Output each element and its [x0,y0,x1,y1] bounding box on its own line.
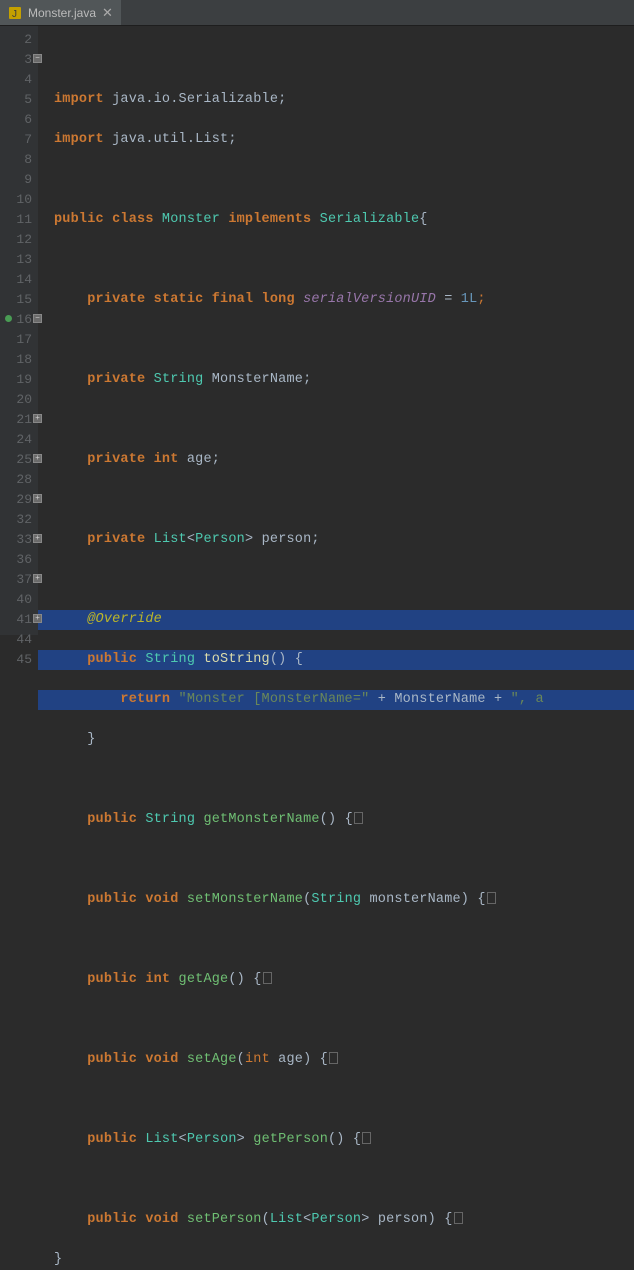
folded-code-icon[interactable] [362,1132,371,1144]
code-line: public List<Person> getPerson() { [54,1130,634,1150]
editor-tab[interactable]: J Monster.java ✕ [0,0,121,25]
code-line [54,850,634,870]
code-line [54,250,634,270]
folded-code-icon[interactable] [454,1212,463,1224]
line-number: 45 [4,650,32,670]
line-number: 7 [4,130,32,150]
line-number: 41 [4,610,32,630]
code-line: public class Monster implements Serializ… [54,210,634,230]
code-line [54,410,634,430]
code-line [54,770,634,790]
line-number: 28 [4,470,32,490]
line-number: 29 [4,490,32,510]
line-number: 11 [4,210,32,230]
line-number: 37 [4,570,32,590]
line-number: 18 [4,350,32,370]
code-line: public void setPerson(List<Person> perso… [54,1210,634,1230]
code-line-highlighted: @Override [38,610,634,630]
code-line: import java.io.Serializable; [54,90,634,110]
code-line: import java.util.List; [54,130,634,150]
line-number: 8 [4,150,32,170]
code-line-highlighted: return "Monster [MonsterName=" + Monster… [38,690,634,710]
line-number: 12 [4,230,32,250]
code-line [54,50,634,70]
fold-toggle-icon[interactable] [33,54,42,63]
override-marker-icon[interactable] [5,315,12,322]
code-line: public void setMonsterName(String monste… [54,890,634,910]
fold-toggle-icon[interactable] [33,534,42,543]
line-number: 9 [4,170,32,190]
fold-toggle-icon[interactable] [33,454,42,463]
line-number: 6 [4,110,32,130]
code-editor[interactable]: 2 3 4 5 6 7 8 9 10 11 12 13 14 15 16 17 … [0,26,634,635]
tab-bar: J Monster.java ✕ [0,0,634,26]
close-icon[interactable]: ✕ [102,5,113,21]
code-line: private int age; [54,450,634,470]
code-line [54,930,634,950]
line-number: 16 [4,310,32,330]
code-line [54,490,634,510]
code-line [54,330,634,350]
code-line-highlighted: public String toString() { [38,650,634,670]
line-number: 17 [4,330,32,350]
code-line: private String MonsterName; [54,370,634,390]
folded-code-icon[interactable] [354,812,363,824]
line-number: 20 [4,390,32,410]
fold-toggle-icon[interactable] [33,414,42,423]
code-line [54,570,634,590]
code-line: } [54,730,634,750]
java-file-icon: J [8,6,22,20]
fold-toggle-icon[interactable] [33,314,42,323]
line-number: 15 [4,290,32,310]
fold-toggle-icon[interactable] [33,574,42,583]
line-number: 13 [4,250,32,270]
line-number: 10 [4,190,32,210]
code-line: private static final long serialVersionU… [54,290,634,310]
code-line: public String getMonsterName() { [54,810,634,830]
code-line [54,170,634,190]
code-line [54,1170,634,1190]
line-number: 2 [4,30,32,50]
code-line: } [54,1250,634,1270]
line-number: 4 [4,70,32,90]
line-number: 36 [4,550,32,570]
tab-filename: Monster.java [28,6,96,20]
line-number: 19 [4,370,32,390]
code-line: public void setAge(int age) { [54,1050,634,1070]
line-number: 21 [4,410,32,430]
code-line [54,1090,634,1110]
line-number: 33 [4,530,32,550]
line-number: 25 [4,450,32,470]
code-line: public int getAge() { [54,970,634,990]
folded-code-icon[interactable] [329,1052,338,1064]
fold-toggle-icon[interactable] [33,494,42,503]
svg-text:J: J [12,9,17,20]
folded-code-icon[interactable] [263,972,272,984]
fold-toggle-icon[interactable] [33,614,42,623]
code-area[interactable]: import java.io.Serializable; import java… [38,26,634,635]
code-line [54,1010,634,1030]
line-number: 14 [4,270,32,290]
line-number: 32 [4,510,32,530]
line-number: 24 [4,430,32,450]
folded-code-icon[interactable] [487,892,496,904]
line-number: 3 [4,50,32,70]
code-line: private List<Person> person; [54,530,634,550]
line-number: 44 [4,630,32,650]
line-number: 5 [4,90,32,110]
line-number-gutter: 2 3 4 5 6 7 8 9 10 11 12 13 14 15 16 17 … [0,26,38,635]
line-number: 40 [4,590,32,610]
